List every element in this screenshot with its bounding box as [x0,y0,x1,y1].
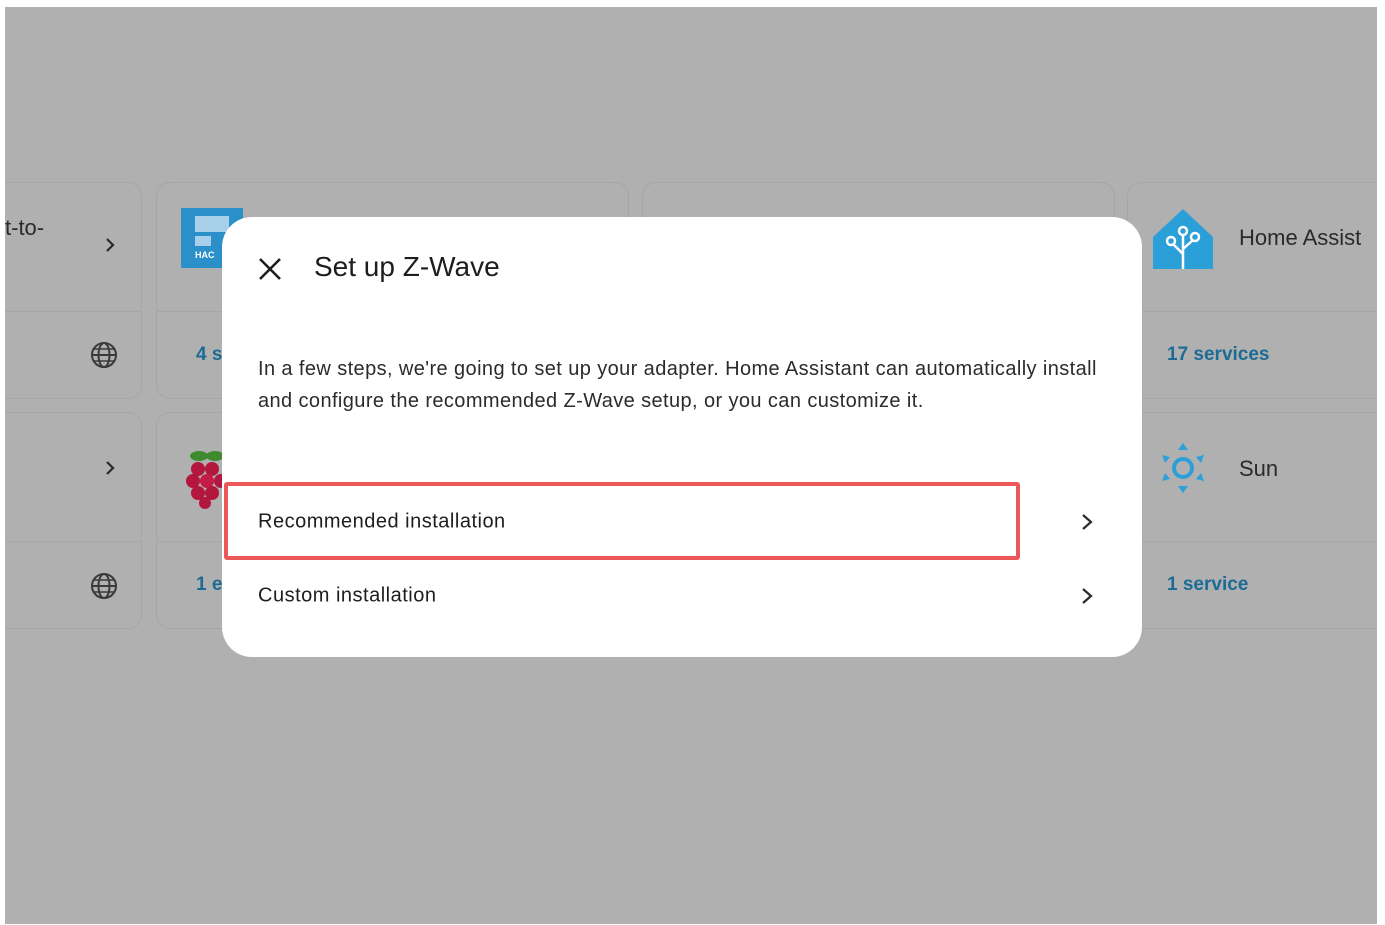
setup-zwave-dialog: Set up Z-Wave In a few steps, we're goin… [222,217,1142,657]
dialog-description: In a few steps, we're going to set up yo… [258,358,1097,412]
card-title: Sun [1239,456,1279,481]
option-label: Custom installation [258,584,437,607]
chevron-right-icon [1082,588,1093,604]
globe-icon[interactable] [89,340,119,370]
home-assistant-logo [1153,209,1213,269]
sun-icon [1162,443,1204,493]
integration-card-left-bottom[interactable] [5,412,142,629]
card-title-fragment: t-to- [5,215,45,240]
card-footer-fragment[interactable]: 4 s [196,344,222,366]
globe-icon[interactable] [89,571,119,601]
dialog-title: Set up Z-Wave [314,251,500,282]
custom-installation-option[interactable]: Custom installation [222,561,1142,631]
hacs-logo-text: HAC [195,250,215,260]
card-divider [1128,311,1377,312]
card-footer-fragment[interactable]: 1 e [196,574,222,596]
chevron-right-icon[interactable] [103,238,117,252]
card-divider [5,311,141,312]
card-title: Home Assist [1239,225,1362,250]
option-label: Recommended installation [258,510,506,533]
recommended-installation-option[interactable]: Recommended installation [222,487,1142,557]
card-divider [5,541,141,542]
card-footer-link[interactable]: 1 service [1167,574,1248,596]
chevron-right-icon [1082,514,1093,530]
chevron-right-icon[interactable] [103,461,117,475]
close-icon[interactable] [256,255,284,283]
card-footer-link[interactable]: 17 services [1167,344,1270,366]
card-divider [1128,541,1377,542]
